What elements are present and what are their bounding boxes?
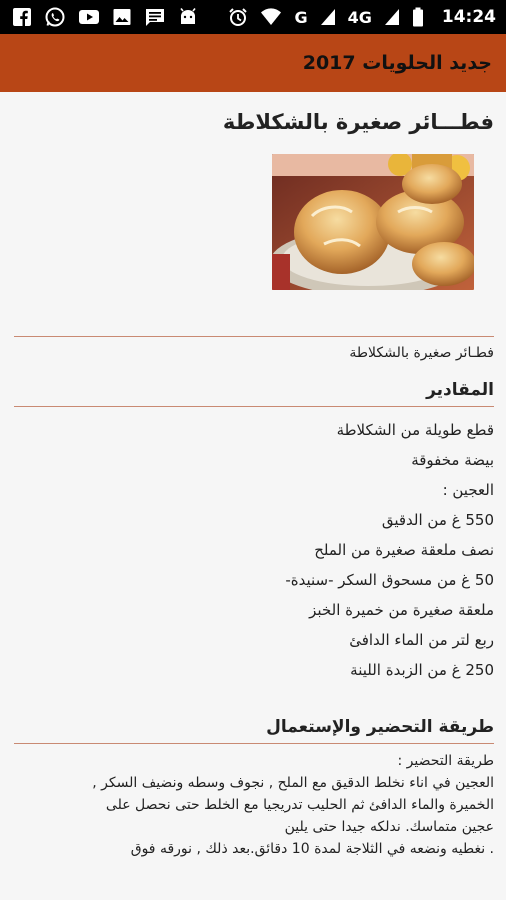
recipe-content[interactable]: فطـــائر صغيرة بالشكلاطة فطـائر صغيرة با… <box>0 92 506 900</box>
ingredients-list: قطع طويلة من الشكلاطة بيضة مخفوقة العجين… <box>14 415 494 685</box>
image-icon <box>112 7 132 27</box>
ingredients-heading: المقادير <box>426 380 494 400</box>
chat-icon <box>144 7 166 27</box>
preparation-heading: طريقة التحضير والإستعمال <box>266 717 494 737</box>
battery-icon <box>412 7 424 27</box>
ingredient-item: 550 غ من الدقيق <box>381 511 494 529</box>
divider <box>14 406 494 407</box>
facebook-icon <box>12 7 32 27</box>
youtube-icon <box>78 8 100 26</box>
system-indicators: G 4G 14:24 <box>228 7 496 27</box>
notification-icons <box>12 6 198 28</box>
preparation-line: الخميرة والماء الدافئ ثم الحليب تدريجيا … <box>105 797 494 813</box>
preparation-line: طريقة التحضير : <box>397 753 494 769</box>
app-bar: جديد الحلويات 2017 <box>0 34 506 92</box>
clock: 14:24 <box>441 7 496 27</box>
network-type-label: 4G <box>347 7 372 27</box>
signal-icon <box>320 8 336 26</box>
preparation-line: . نغطيه ونضعه في الثلاجة لمدة 10 دقائق.ب… <box>130 841 494 857</box>
android-icon <box>178 7 198 27</box>
signal-icon <box>384 8 400 26</box>
preparation-line: عجين متماسك. ندلكه جيدا حتى يلين <box>284 819 494 835</box>
preparation-line: العجين في اناء نخلط الدقيق مع الملح , نج… <box>92 775 494 791</box>
alarm-icon <box>228 7 248 27</box>
ingredient-item: نصف ملعقة صغيرة من الملح <box>314 541 494 559</box>
ingredient-item: ربع لتر من الماء الدافئ <box>349 631 494 649</box>
preparation-text: طريقة التحضير : العجين في اناء نخلط الدق… <box>14 750 494 860</box>
status-bar: G 4G 14:24 <box>0 0 506 34</box>
ingredient-item: العجين : <box>442 481 494 499</box>
recipe-title: فطـــائر صغيرة بالشكلاطة <box>222 110 494 134</box>
ingredient-item: 250 غ من الزبدة اللينة <box>350 661 494 679</box>
ingredient-item: قطع طويلة من الشكلاطة <box>336 421 494 439</box>
divider <box>14 336 494 337</box>
recipe-subtitle: فطـائر صغيرة بالشكلاطة <box>349 345 494 361</box>
ingredient-item: بيضة مخفوقة <box>411 451 494 469</box>
wifi-icon <box>260 8 282 26</box>
app-title: جديد الحلويات 2017 <box>302 52 492 74</box>
recipe-photo <box>272 154 474 290</box>
ingredient-item: ملعقة صغيرة من خميرة الخبز <box>309 601 494 619</box>
whatsapp-icon <box>44 6 66 28</box>
signal-type-label: G <box>294 7 308 27</box>
ingredient-item: 50 غ من مسحوق السكر -سنيدة- <box>285 571 494 589</box>
divider <box>14 743 494 744</box>
